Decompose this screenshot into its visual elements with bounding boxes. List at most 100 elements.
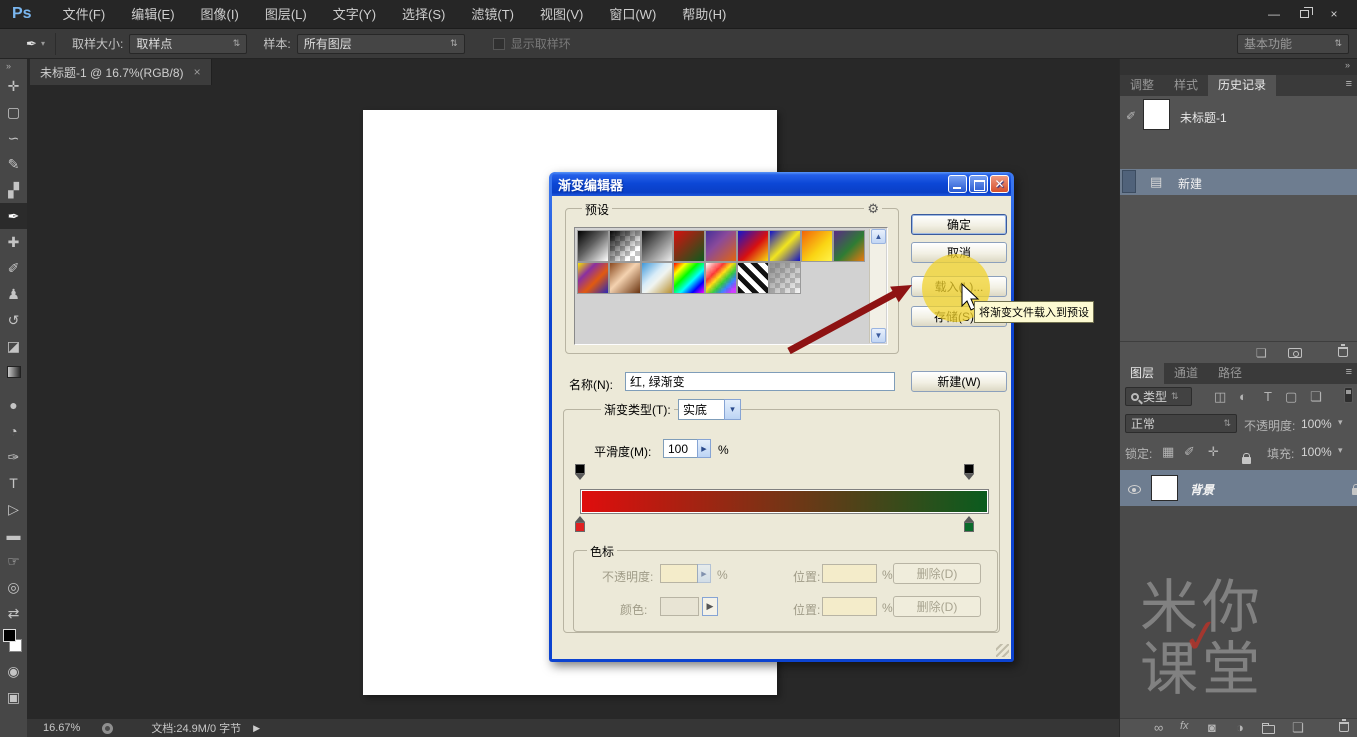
filter-smart-object-icon[interactable]: ❏ — [1310, 389, 1322, 405]
filter-adjustment-icon[interactable]: ◐ — [1239, 389, 1247, 404]
preset-swatch-blue-red-yellow[interactable] — [737, 230, 769, 262]
color-stop-right[interactable] — [963, 516, 975, 532]
menu-help[interactable]: 帮助(H) — [669, 0, 739, 29]
restore-button[interactable] — [1289, 4, 1319, 24]
preset-swatch-copper[interactable] — [609, 262, 641, 294]
add-layer-mask-icon[interactable]: ◙ — [1208, 720, 1216, 735]
preset-swatch-orange-yellow[interactable] — [801, 230, 833, 262]
show-sampling-ring-checkbox[interactable] — [492, 37, 505, 50]
preset-swatch-black-white[interactable] — [577, 230, 609, 262]
lock-paint-icon[interactable]: ✐ — [1184, 444, 1195, 460]
tab-channels[interactable]: 通道 — [1164, 363, 1208, 384]
lock-move-icon[interactable]: ✛ — [1208, 444, 1219, 460]
color-stop-left[interactable] — [574, 516, 586, 532]
history-source-icon[interactable]: ✐ — [1126, 109, 1136, 123]
quick-mask-button[interactable]: ◉ — [0, 658, 27, 684]
tab-styles[interactable]: 样式 — [1164, 75, 1208, 96]
filter-type-icon[interactable]: T — [1264, 389, 1272, 404]
healing-brush-tool[interactable]: ✚ — [0, 229, 27, 255]
menu-view[interactable]: 视图(V) — [527, 0, 596, 29]
collapse-panels-icon[interactable]: » — [1345, 60, 1350, 70]
eraser-tool[interactable]: ◪ — [0, 333, 27, 359]
sample-select[interactable]: 所有图层 ⇅ — [296, 33, 465, 54]
preset-swatch-fg-to-transparent[interactable] — [609, 230, 641, 262]
layer-filter-select[interactable]: 类型 ⇅ — [1125, 387, 1192, 406]
zoom-level[interactable]: 16.67% — [43, 722, 80, 734]
active-tool-chip[interactable]: ✒ ▾ — [16, 32, 56, 55]
history-state-source-well[interactable] — [1122, 170, 1136, 193]
new-layer-icon[interactable]: ❏ — [1292, 720, 1304, 736]
type-tool[interactable]: T — [0, 470, 27, 496]
opacity-stop-right[interactable] — [963, 464, 975, 480]
new-button[interactable]: 新建(W) — [911, 371, 1007, 392]
preset-swatch-blue-yellow-blue[interactable] — [769, 230, 801, 262]
fill-dropdown-icon[interactable]: ▾ — [1338, 445, 1343, 456]
load-button[interactable]: 载入(L)... — [911, 276, 1007, 297]
layer-thumbnail[interactable] — [1151, 475, 1178, 501]
dialog-titlebar[interactable]: 渐变编辑器 ✕ — [552, 172, 1011, 196]
menu-image[interactable]: 图像(I) — [188, 0, 252, 29]
new-document-from-state-icon[interactable]: ❏ — [1256, 346, 1267, 360]
preset-swatch-chrome[interactable] — [641, 262, 673, 294]
panel-menu-icon[interactable]: ≡ — [1346, 363, 1357, 384]
menu-file[interactable]: 文件(F) — [50, 0, 119, 29]
preset-swatch-black-white-2[interactable] — [641, 230, 673, 262]
dialog-close-button[interactable]: ✕ — [990, 175, 1009, 193]
dodge-tool[interactable]: ◔ — [0, 418, 27, 444]
opacity-value[interactable]: 100% — [1301, 417, 1332, 431]
fill-value[interactable]: 100% — [1301, 445, 1332, 459]
menu-edit[interactable]: 编辑(E) — [118, 0, 187, 29]
move-tool[interactable]: ✛ — [0, 73, 27, 99]
gradient-type-dropdown-icon[interactable]: ▾ — [724, 399, 741, 420]
gradient-tool[interactable] — [0, 366, 27, 392]
lock-transparency-icon[interactable]: ▦ — [1162, 444, 1174, 460]
delete-layer-icon[interactable] — [1339, 719, 1350, 732]
workspace-select[interactable]: 基本功能 ⇅ — [1237, 33, 1349, 54]
preset-swatch-transparent-gray[interactable] — [769, 262, 801, 294]
history-brush-tool[interactable]: ↺ — [0, 307, 27, 333]
preset-swatch-stripes[interactable] — [737, 262, 769, 294]
new-snapshot-icon[interactable] — [1288, 348, 1302, 358]
clone-stamp-tool[interactable]: ♟ — [0, 281, 27, 307]
foreground-color-chip[interactable] — [3, 629, 16, 642]
preset-swatch-violet-green-orange[interactable] — [833, 230, 865, 262]
new-adjustment-layer-icon[interactable]: ◑ — [1236, 720, 1244, 735]
link-layers-icon[interactable]: ∞ — [1154, 720, 1163, 735]
layer-style-fx-icon[interactable]: fx — [1180, 720, 1189, 732]
history-state-row[interactable]: ▤ 新建 — [1120, 169, 1357, 195]
filter-shape-icon[interactable]: ▢ — [1285, 389, 1297, 405]
quick-selection-tool[interactable]: ✎ — [0, 151, 27, 177]
preset-swatch-violet-orange[interactable] — [705, 230, 737, 262]
blur-tool[interactable]: ● — [0, 392, 27, 418]
smoothness-input[interactable]: 100 — [663, 439, 698, 458]
smoothness-spinner-icon[interactable]: ▶ — [697, 439, 711, 458]
crop-tool[interactable]: ▞ — [0, 177, 27, 203]
layer-row-background[interactable]: 背景 — [1120, 470, 1357, 506]
swap-colors[interactable]: ⇄ — [0, 600, 27, 626]
scroll-up-icon[interactable]: ▲ — [871, 229, 886, 244]
ok-button[interactable]: 确定 — [911, 214, 1007, 235]
shape-tool[interactable]: ▬ — [0, 522, 27, 548]
dialog-maximize-button[interactable] — [969, 175, 988, 193]
panel-menu-icon[interactable]: ≡ — [1346, 75, 1357, 96]
filter-toggle[interactable] — [1344, 387, 1353, 403]
gear-icon[interactable]: ⚙ — [864, 201, 882, 217]
preset-swatch-red-green[interactable] — [673, 230, 705, 262]
tab-close-icon[interactable]: × — [194, 65, 201, 79]
tab-layers[interactable]: 图层 — [1120, 363, 1165, 384]
menu-select[interactable]: 选择(S) — [389, 0, 458, 29]
tab-paths[interactable]: 路径 — [1208, 363, 1252, 384]
cancel-button[interactable]: 取消 — [911, 242, 1007, 263]
screen-mode-button[interactable]: ▣ — [0, 684, 27, 710]
dialog-minimize-button[interactable] — [948, 175, 967, 193]
presets-scrollbar[interactable]: ▲ ▼ — [869, 229, 886, 343]
marquee-tool[interactable]: ▢ — [0, 99, 27, 125]
hand-tool[interactable]: ☞ — [0, 548, 27, 574]
document-tab[interactable]: 未标题-1 @ 16.7%(RGB/8) × — [30, 59, 212, 85]
gradient-preview-bar[interactable] — [580, 489, 989, 514]
preset-swatch-yellow-violet-orange-blue[interactable] — [577, 262, 609, 294]
tab-history[interactable]: 历史记录 — [1208, 75, 1277, 96]
brush-tool[interactable]: ✐ — [0, 255, 27, 281]
blend-mode-select[interactable]: 正常 ⇅ — [1125, 414, 1237, 433]
gradient-name-input[interactable] — [625, 372, 895, 391]
